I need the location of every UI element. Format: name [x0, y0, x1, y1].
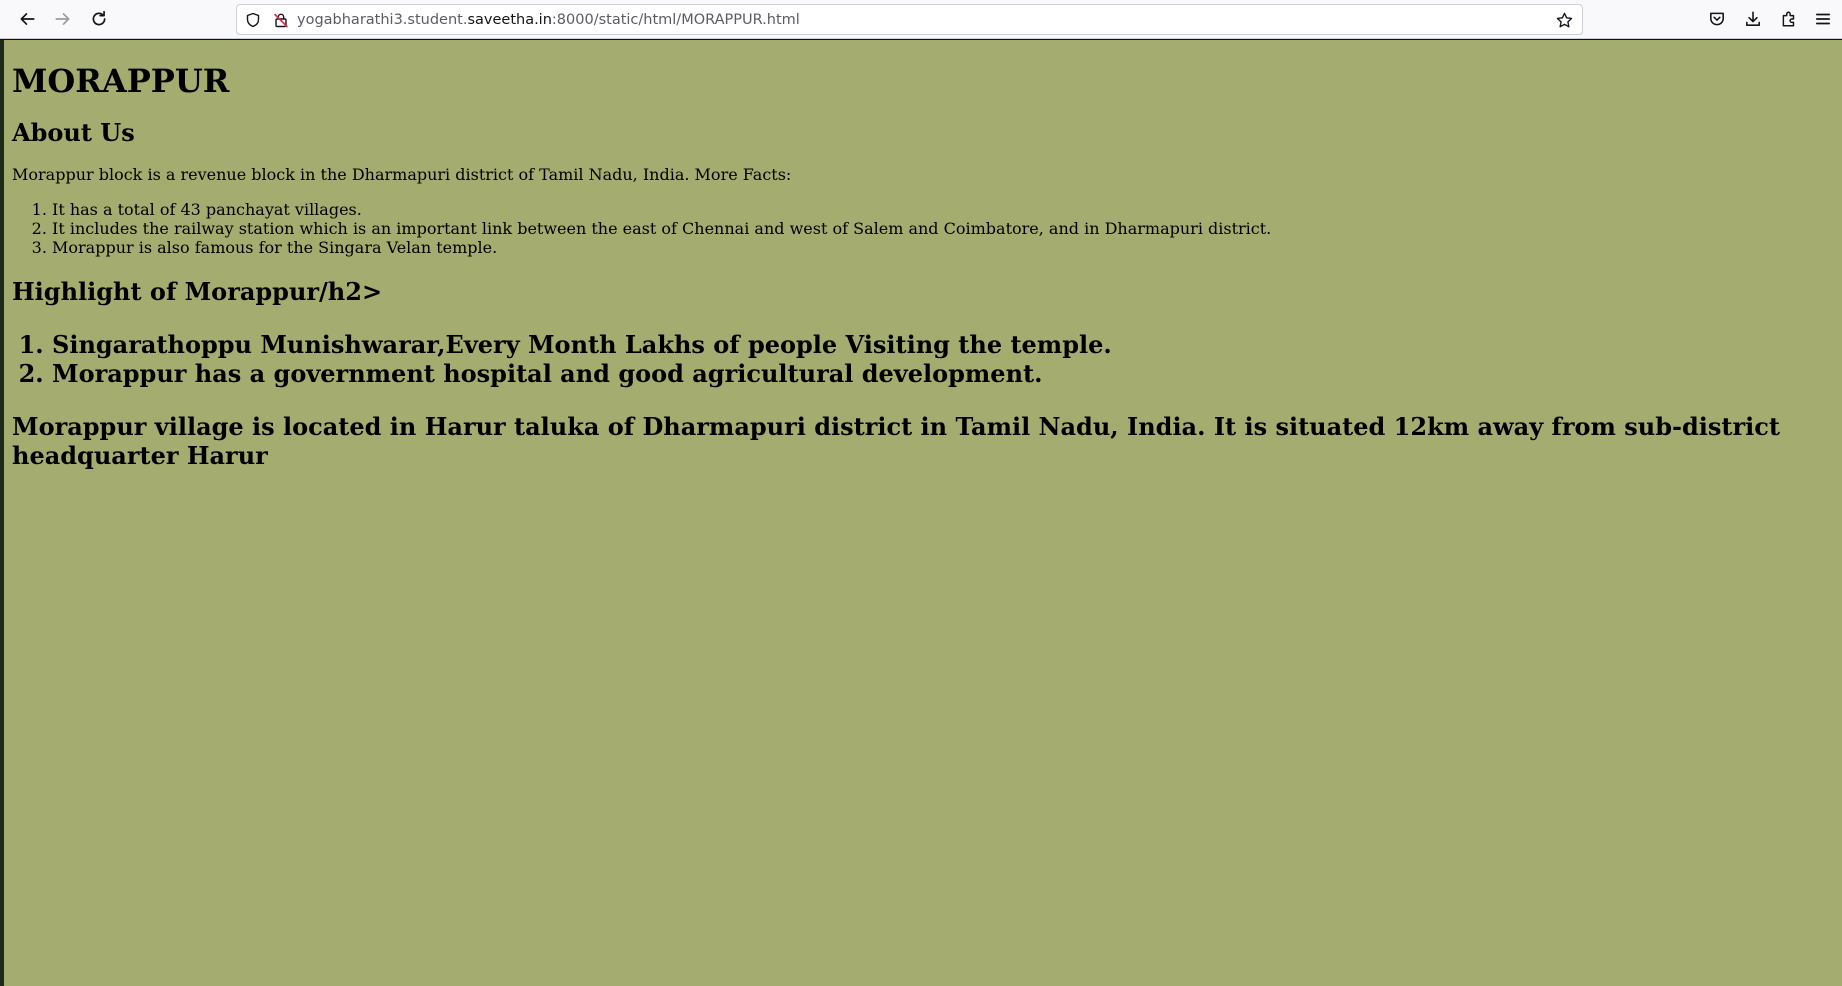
highlight-heading: Highlight of Morappur/h2> — [12, 277, 383, 306]
download-icon — [1746, 11, 1760, 26]
extensions-puzzle-icon — [1782, 11, 1795, 27]
forward-button[interactable] — [50, 6, 76, 32]
back-button[interactable] — [14, 6, 40, 32]
location-paragraph: Morappur village is located in Harur tal… — [12, 412, 1780, 470]
hamburger-menu-icon — [1815, 13, 1831, 25]
url-text[interactable]: yogabharathi3.student.saveetha.in:8000/s… — [297, 11, 800, 29]
insecure-lock-icon[interactable] — [271, 10, 291, 30]
forward-arrow-icon — [55, 13, 70, 25]
pocket-button[interactable] — [1704, 6, 1730, 32]
back-arrow-icon — [20, 13, 35, 25]
extensions-button[interactable] — [1776, 6, 1802, 32]
url-suffix: :8000/static/html/MORAPPUR.html — [551, 12, 800, 28]
reload-button[interactable] — [86, 6, 112, 32]
browser-toolbar: yogabharathi3.student.saveetha.in:8000/s… — [0, 0, 1842, 39]
downloads-button[interactable] — [1740, 6, 1766, 32]
list-item: It has a total of 43 panchayat villages. — [52, 200, 1834, 219]
url-prefix: yogabharathi3.student. — [297, 12, 468, 28]
reload-icon — [92, 10, 106, 26]
about-us-heading: About Us — [12, 118, 135, 147]
url-host: saveetha.in — [467, 12, 552, 28]
list-item: Morappur has a government hospital and g… — [52, 359, 1834, 388]
page-viewport: MORAPPUR About Us Morappur block is a re… — [4, 40, 1842, 986]
list-item: It includes the railway station which is… — [52, 219, 1834, 238]
page-title: MORAPPUR — [12, 62, 230, 100]
intro-paragraph: Morappur block is a revenue block in the… — [12, 165, 792, 184]
highlights-list: Singarathoppu Munishwarar,Every Month La… — [12, 330, 1834, 388]
bookmark-star-icon[interactable] — [1554, 10, 1574, 30]
address-bar[interactable]: yogabharathi3.student.saveetha.in:8000/s… — [236, 4, 1583, 35]
list-item: Morappur is also famous for the Singara … — [52, 238, 1834, 257]
app-menu-button[interactable] — [1810, 6, 1836, 32]
facts-list: It has a total of 43 panchayat villages.… — [12, 200, 1834, 257]
pocket-icon — [1710, 12, 1724, 26]
list-item: Singarathoppu Munishwarar,Every Month La… — [52, 330, 1834, 359]
tracking-protection-shield-icon[interactable] — [243, 10, 263, 30]
